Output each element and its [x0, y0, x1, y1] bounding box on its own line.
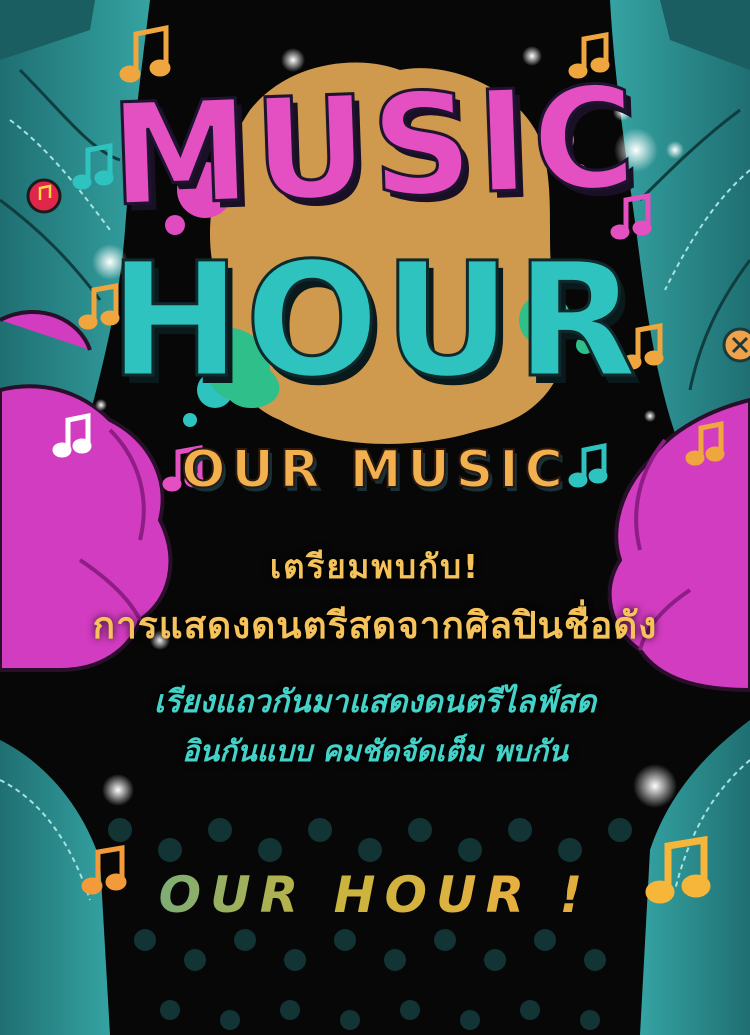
subtitle-our-music: OUR MUSIC — [180, 440, 569, 500]
headline: เตรียมพบกับ! — [269, 547, 481, 586]
subheadline: การแสดงดนตรีสดจากศิลปินชื่อดัง — [92, 604, 658, 647]
title-hour: HOUR — [107, 229, 642, 413]
title-music: MUSIC — [106, 55, 643, 239]
music-hour-poster: MUSIC HOUR OUR MUSIC เตรียมพบกับ! การแสด… — [0, 0, 750, 1035]
description-line-2: อินกันแบบ คมชัดจัดเต็ม พบกัน — [182, 734, 568, 768]
description-line-1: เรียงแถวกันมาแสดงดนตรีไลฟ์สด — [153, 684, 597, 720]
tagline: OUR HOUR ! — [0, 866, 750, 924]
halftone-dots — [108, 818, 632, 1030]
